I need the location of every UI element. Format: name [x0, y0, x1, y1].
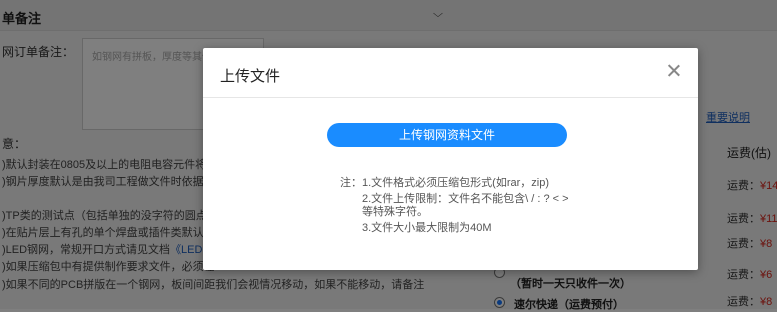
- close-icon[interactable]: [665, 62, 683, 80]
- upload-note-item: 3.文件大小最大限制为40M: [362, 222, 492, 234]
- dialog-header: 上传文件: [203, 48, 698, 98]
- upload-file-dialog: 上传文件 上传钢网资料文件 注： 1.文件格式必须压缩包形式(如rar，zip)…: [203, 48, 698, 270]
- upload-note-item: 1.文件格式必须压缩包形式(如rar，zip): [362, 177, 550, 189]
- notes-label: 注：: [340, 177, 362, 189]
- upload-stencil-file-button[interactable]: 上传钢网资料文件: [327, 123, 567, 147]
- dialog-title: 上传文件: [220, 68, 281, 85]
- upload-notes: 1.文件格式必须压缩包形式(如rar，zip) 2.文件上传限制：文件名不能包含…: [362, 175, 602, 236]
